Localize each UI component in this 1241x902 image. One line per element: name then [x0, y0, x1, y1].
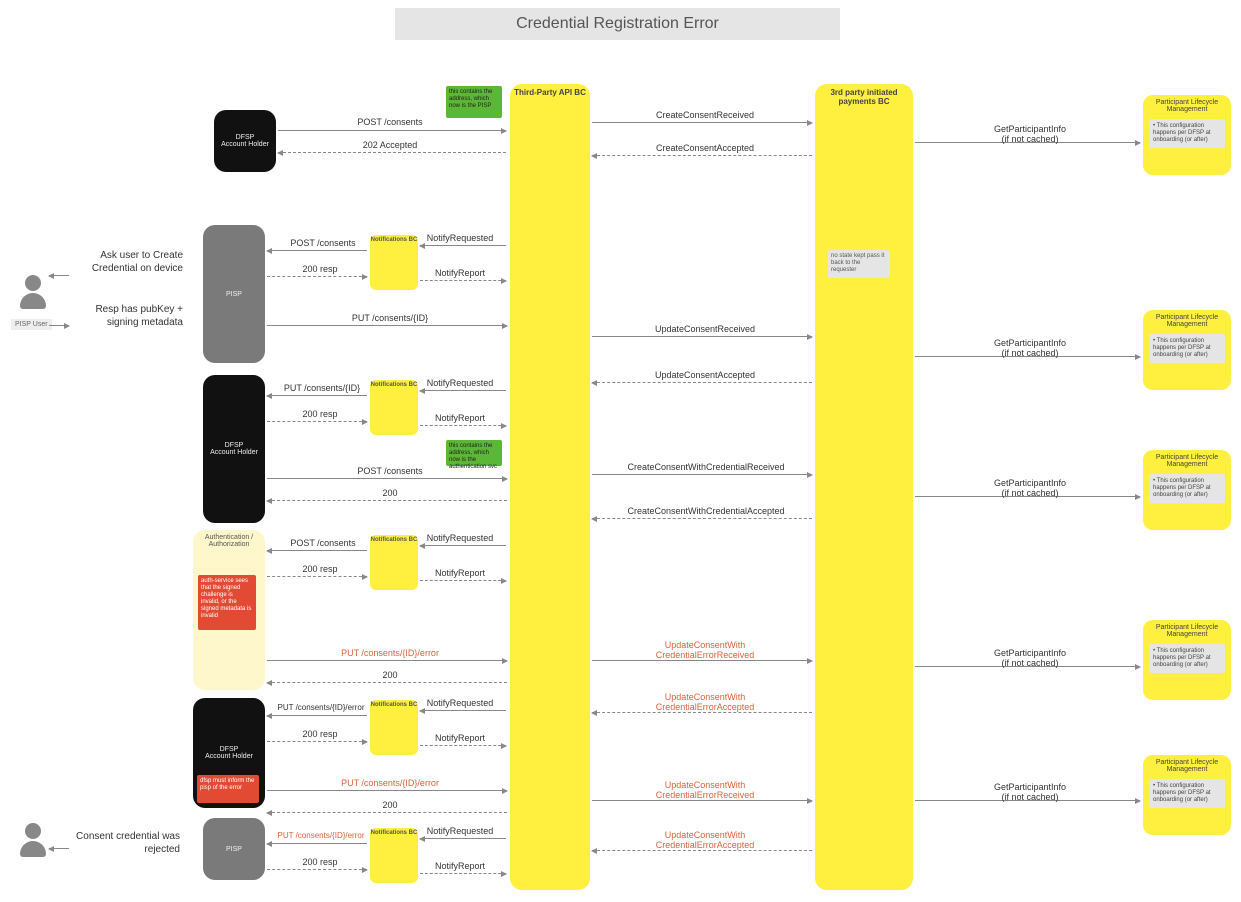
note-auth-invalid: auth-service sees that the signed challe…	[198, 575, 256, 630]
user-icon	[19, 823, 47, 863]
notifications-bc: Notifications BC	[370, 380, 418, 435]
notifications-bc: Notifications BC	[370, 235, 418, 290]
plm-box: Participant Lifecycle Management• This c…	[1143, 620, 1231, 700]
participant-pisp: PISP	[203, 225, 265, 363]
side-text-rejected: Consent credential was rejected	[60, 830, 180, 856]
note-green: this contains the address, which now is …	[446, 440, 502, 466]
notifications-bc: Notifications BC	[370, 700, 418, 755]
arrow	[49, 325, 69, 326]
participant-dfsp: DFSP Account Holder	[214, 110, 276, 172]
plm-box: Participant Lifecycle Management• This c…	[1143, 755, 1231, 835]
note-green: this contains the address, which now is …	[446, 86, 502, 118]
participant-pisp: PISP	[203, 818, 265, 880]
diagram-title: Credential Registration Error	[395, 8, 840, 40]
plm-box: Participant Lifecycle Management• This c…	[1143, 450, 1231, 530]
lane-third-party: Third-Party API BC	[510, 84, 590, 890]
lane-payments: 3rd party initiated payments BC	[815, 84, 913, 890]
participant-dfsp: DFSP Account Holder	[203, 375, 265, 523]
user-icon	[19, 275, 47, 315]
side-text-ask: Ask user to Create Credential on device	[63, 249, 183, 275]
diagram-canvas: Credential Registration Error PISP User …	[0, 0, 1241, 902]
notifications-bc: Notifications BC	[370, 828, 418, 883]
lane-label: 3rd party initiated payments BC	[815, 88, 913, 106]
user-label: PISP User	[11, 319, 52, 330]
plm-box: Participant Lifecycle Management• This c…	[1143, 95, 1231, 175]
lane-label: Third-Party API BC	[510, 88, 590, 97]
notifications-bc: Notifications BC	[370, 535, 418, 590]
plm-box: Participant Lifecycle Management• This c…	[1143, 310, 1231, 390]
arrow	[49, 275, 69, 276]
note-dfsp-error: dfsp must inform the pisp of the error	[197, 775, 259, 803]
side-text-resp: Resp has pubKey + signing metadata	[63, 303, 183, 329]
arrow	[49, 848, 69, 849]
note-state: no state kept pass it back to the reques…	[828, 250, 890, 278]
